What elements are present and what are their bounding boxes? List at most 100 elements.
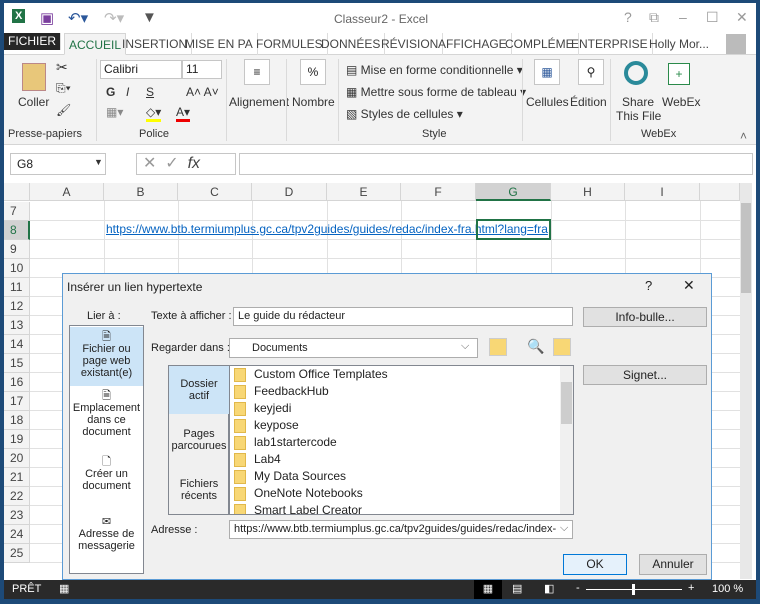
file-list-item[interactable]: OneNote Notebooks [234, 485, 363, 502]
maximize-icon[interactable]: ☐ [706, 9, 719, 26]
zoom-slider-thumb[interactable] [632, 584, 635, 595]
address-dropdown-icon[interactable]: ⌵ [560, 522, 568, 535]
close-icon[interactable]: ✕ [736, 9, 748, 26]
underline-button[interactable]: S [146, 85, 154, 99]
row-header-16[interactable]: 16 [4, 373, 30, 392]
file-list-item[interactable]: My Data Sources [234, 468, 346, 485]
share-button-line2[interactable]: This File [616, 109, 661, 123]
row-header-9[interactable]: 9 [4, 240, 30, 259]
browse-web-icon[interactable]: 🔍 [527, 338, 544, 355]
bookmark-button[interactable]: Signet... [583, 365, 707, 385]
look-in-select[interactable]: Documents [229, 338, 478, 358]
cancel-icon[interactable]: ✕ [143, 155, 156, 172]
link-to-email[interactable]: ✉ Adresse de messagerie [70, 516, 143, 552]
row-header-11[interactable]: 11 [4, 278, 30, 297]
tab-mise-en-page[interactable]: MISE EN PA [181, 33, 258, 55]
column-header-C[interactable]: C [178, 183, 252, 201]
filter-icon[interactable]: ▼ [142, 9, 157, 26]
link-to-place-in-document[interactable]: 🗎 Emplacement dans ce document [70, 390, 143, 438]
link-to-new-document[interactable]: 🗋 Créer un document [70, 456, 143, 492]
cells-icon[interactable]: ▦ [534, 59, 560, 85]
copy-icon[interactable]: ⎘▾ [56, 81, 71, 96]
row-header-21[interactable]: 21 [4, 468, 30, 487]
cells-button[interactable]: Cellules [526, 95, 569, 109]
zoom-out-button[interactable]: - [576, 582, 580, 594]
column-header-D[interactable]: D [252, 183, 327, 201]
row-header-20[interactable]: 20 [4, 449, 30, 468]
active-cell-g8[interactable] [476, 219, 551, 240]
undo-icon[interactable]: ↶▾ [68, 9, 88, 27]
cancel-button[interactable]: Annuler [639, 554, 707, 575]
insert-function-icon[interactable]: fx [188, 155, 200, 172]
format-as-table-button[interactable]: ▦ Mettre sous forme de tableau ▾ [346, 85, 526, 99]
file-list-item[interactable]: Custom Office Templates [234, 366, 388, 383]
paste-icon[interactable] [22, 63, 46, 91]
paste-button[interactable]: Coller [18, 95, 49, 109]
file-list-item[interactable]: Lab4 [234, 451, 281, 468]
look-in-dropdown-icon[interactable]: ⌵ [461, 340, 469, 353]
row-header-12[interactable]: 12 [4, 297, 30, 316]
file-list-item[interactable]: Smart Label Creator [234, 502, 362, 514]
file-list-item[interactable]: keypose [234, 417, 299, 434]
page-layout-icon[interactable]: ▤ [512, 582, 522, 595]
user-account[interactable]: Holly Mor... [645, 33, 713, 55]
up-folder-icon[interactable] [489, 338, 507, 356]
row-header-7[interactable]: 7 [4, 202, 30, 221]
row-header-15[interactable]: 15 [4, 354, 30, 373]
name-box[interactable]: G8 [10, 153, 106, 175]
zoom-slider[interactable] [586, 584, 682, 595]
row-header-23[interactable]: 23 [4, 506, 30, 525]
row-header-14[interactable]: 14 [4, 335, 30, 354]
help-icon[interactable]: ? [624, 9, 632, 25]
italic-button[interactable]: I [126, 85, 129, 99]
font-name-select[interactable]: Calibri [100, 60, 182, 79]
redo-icon[interactable]: ↷▾ [104, 9, 124, 27]
avatar[interactable] [726, 34, 746, 54]
row-header-22[interactable]: 22 [4, 487, 30, 506]
alignment-button[interactable]: Alignement [229, 95, 289, 109]
normal-view-icon[interactable]: ▦ [474, 580, 502, 599]
screentip-button[interactable]: Info-bulle... [583, 307, 707, 327]
dialog-close-button[interactable]: ✕ [683, 277, 695, 294]
scrollbar-thumb[interactable] [561, 382, 572, 424]
alignment-icon[interactable]: ≡ [244, 59, 270, 85]
row-header-10[interactable]: 10 [4, 259, 30, 278]
editing-button[interactable]: Édition [570, 95, 607, 109]
bold-button[interactable]: G [106, 85, 115, 99]
zoom-level[interactable]: 100 % [712, 583, 743, 595]
text-to-display-input[interactable]: Le guide du rédacteur [233, 307, 573, 326]
vertical-scrollbar[interactable] [740, 183, 752, 579]
row-header-25[interactable]: 25 [4, 544, 30, 563]
dialog-help-button[interactable]: ? [645, 278, 652, 293]
tab-enterprise[interactable]: ENTERPRISE [567, 33, 653, 55]
file-list-scrollbar[interactable] [560, 366, 573, 514]
address-input[interactable]: https://www.btb.termiumplus.gc.ca/tpv2gu… [229, 520, 573, 539]
format-painter-icon[interactable]: 🖌 [56, 103, 71, 117]
select-all-corner[interactable] [4, 183, 30, 201]
column-header-I[interactable]: I [625, 183, 700, 201]
page-break-icon[interactable]: ◧ [544, 582, 554, 595]
nav-browsed-pages[interactable]: Pages parcourues [169, 428, 229, 452]
column-header-B[interactable]: B [104, 183, 178, 201]
ribbon-display-icon[interactable]: ⧉ [649, 9, 659, 26]
minimize-icon[interactable]: – [679, 9, 687, 25]
binoculars-icon[interactable]: ⚲ [578, 59, 604, 85]
save-icon[interactable]: ▣ [40, 9, 54, 27]
share-file-icon[interactable] [624, 61, 648, 85]
tab-accueil[interactable]: ACCUEIL [64, 33, 127, 55]
column-header-F[interactable]: F [401, 183, 476, 201]
share-button[interactable]: Share [622, 95, 654, 109]
tab-donnees[interactable]: DONNÉES [317, 33, 386, 55]
tab-fichier[interactable]: FICHIER [4, 33, 61, 50]
formula-input[interactable] [239, 153, 753, 175]
nav-recent-files[interactable]: Fichiers récents [169, 478, 229, 502]
enter-icon[interactable]: ✓ [165, 155, 178, 172]
fill-color-icon[interactable]: ◇▾ [146, 105, 162, 122]
scrollbar-thumb[interactable] [741, 203, 751, 293]
file-list-item[interactable]: keyjedi [234, 400, 291, 417]
file-list-item[interactable]: FeedbackHub [234, 383, 329, 400]
webex-button[interactable]: WebEx [662, 95, 700, 109]
webex-icon[interactable]: + [668, 63, 690, 85]
row-header-19[interactable]: 19 [4, 430, 30, 449]
percent-icon[interactable]: % [300, 59, 326, 85]
